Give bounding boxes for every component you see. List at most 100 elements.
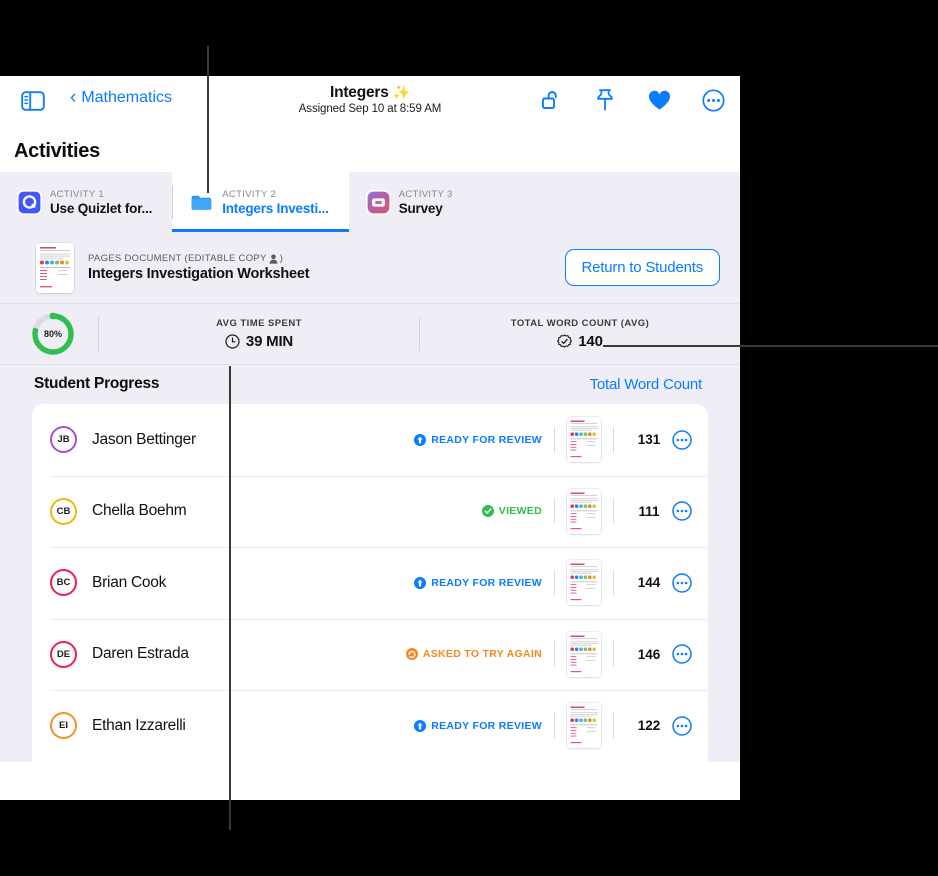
avatar-initials: CB bbox=[56, 505, 71, 517]
row-more-icon[interactable] bbox=[672, 573, 692, 593]
document-kicker: PAGES DOCUMENT (EDITABLE COPY ) bbox=[88, 253, 551, 264]
student-list: JB Jason Bettinger READY FOR REVIEW 131 bbox=[32, 404, 708, 762]
document-kicker-end: ) bbox=[279, 253, 284, 264]
row-divider bbox=[613, 641, 614, 668]
tab-kicker: ACTIVITY 3 bbox=[398, 188, 453, 200]
document-meta: PAGES DOCUMENT (EDITABLE COPY ) Integers… bbox=[88, 253, 551, 282]
student-name: Ethan Izzarelli bbox=[92, 716, 186, 734]
avatar: EI bbox=[50, 712, 77, 740]
tab-kicker: ACTIVITY 1 bbox=[50, 188, 105, 200]
student-submission-thumbnail[interactable] bbox=[567, 488, 601, 534]
pin-icon[interactable] bbox=[592, 87, 618, 113]
tab-activity-2-text: ACTIVITY 2 Integers Investi... bbox=[222, 188, 329, 217]
student-name: Jason Bettinger bbox=[92, 430, 196, 448]
student-submission-thumbnail[interactable] bbox=[567, 417, 601, 463]
back-link-label: Mathematics bbox=[81, 89, 173, 106]
stat-value: 39 MIN bbox=[245, 333, 294, 350]
stats-strip: 80% AVG TIME SPENT 39 MIN TOTAL WORD COU… bbox=[0, 304, 740, 364]
completion-ring: 80% bbox=[30, 311, 76, 357]
ready-for-review-icon bbox=[414, 719, 427, 732]
tab-activity-1[interactable]: ACTIVITY 1 Use Quizlet for... bbox=[0, 172, 172, 232]
sidebar-toggle-icon[interactable] bbox=[21, 90, 45, 112]
heart-icon[interactable] bbox=[646, 87, 672, 113]
table-row[interactable]: EI Ethan Izzarelli READY FOR REVIEW 122 bbox=[32, 690, 708, 762]
stat-kicker: TOTAL WORD COUNT (AVG) bbox=[510, 318, 650, 329]
row-divider bbox=[613, 712, 614, 739]
stat-avg-time-spent: AVG TIME SPENT 39 MIN bbox=[99, 318, 419, 350]
ready-for-review-icon bbox=[414, 576, 427, 589]
screenshot-root: ‹ Mathematics Integers ✨ Assigned Sep 10… bbox=[0, 0, 938, 876]
row-divider bbox=[554, 426, 555, 453]
back-to-mathematics-link[interactable]: ‹ Mathematics bbox=[70, 86, 173, 108]
status-badge-label: READY FOR REVIEW bbox=[431, 576, 542, 589]
row-more-icon[interactable] bbox=[672, 501, 692, 521]
stat-value-wrap: 140 bbox=[420, 333, 740, 350]
avatar-initials: BC bbox=[56, 577, 71, 589]
return-to-students-button[interactable]: Return to Students bbox=[564, 249, 720, 286]
document-kicker-text: PAGES DOCUMENT (EDITABLE COPY bbox=[88, 253, 267, 264]
avatar: JB bbox=[50, 426, 77, 454]
table-row[interactable]: BC Brian Cook READY FOR REVIEW 144 bbox=[32, 547, 708, 619]
survey-icon bbox=[365, 189, 391, 215]
table-row[interactable]: CB Chella Boehm VIEWED 111 bbox=[32, 475, 708, 548]
student-submission-thumbnail[interactable] bbox=[567, 703, 601, 749]
word-count: 131 bbox=[637, 432, 661, 448]
student-submission-thumbnail[interactable] bbox=[567, 560, 601, 606]
activities-panel: ACTIVITY 1 Use Quizlet for... ACTIVITY 2 bbox=[0, 172, 740, 762]
student-name: Brian Cook bbox=[92, 573, 167, 591]
row-divider bbox=[613, 426, 614, 453]
word-count: 146 bbox=[637, 646, 661, 662]
chevron-left-icon: ‹ bbox=[70, 86, 77, 108]
unlock-icon[interactable] bbox=[538, 87, 564, 113]
activity-tabs: ACTIVITY 1 Use Quizlet for... ACTIVITY 2 bbox=[0, 172, 740, 232]
total-word-count-link[interactable]: Total Word Count bbox=[590, 376, 703, 393]
asked-to-try-again-icon bbox=[405, 648, 418, 661]
tab-activity-3-text: ACTIVITY 3 Survey bbox=[399, 188, 453, 217]
student-name: Chella Boehm bbox=[92, 502, 187, 520]
tab-kicker: ACTIVITY 2 bbox=[222, 188, 277, 200]
table-row[interactable]: JB Jason Bettinger READY FOR REVIEW 131 bbox=[32, 404, 708, 476]
row-divider bbox=[613, 498, 614, 525]
word-count: 111 bbox=[638, 503, 660, 519]
row-more-icon[interactable] bbox=[672, 644, 692, 664]
tab-label: Integers Investi... bbox=[222, 200, 329, 216]
row-divider bbox=[613, 569, 614, 596]
avatar-initials: EI bbox=[59, 720, 68, 732]
tab-activity-3[interactable]: ACTIVITY 3 Survey bbox=[349, 172, 473, 232]
tab-label: Use Quizlet for... bbox=[50, 200, 153, 216]
viewed-icon bbox=[481, 505, 494, 518]
status-badge: READY FOR REVIEW bbox=[414, 433, 542, 446]
status-badge: READY FOR REVIEW bbox=[414, 576, 542, 589]
assigned-document-row: PAGES DOCUMENT (EDITABLE COPY ) Integers… bbox=[0, 232, 740, 304]
row-more-icon[interactable] bbox=[672, 430, 692, 450]
avatar-initials: JB bbox=[57, 434, 70, 446]
status-badge: ASKED TO TRY AGAIN bbox=[405, 648, 542, 661]
activities-heading: Activities bbox=[0, 128, 740, 172]
status-badge-label: READY FOR REVIEW bbox=[431, 433, 542, 446]
student-submission-thumbnail[interactable] bbox=[567, 631, 601, 677]
status-badge-label: ASKED TO TRY AGAIN bbox=[422, 648, 542, 661]
avatar: DE bbox=[50, 640, 77, 668]
more-icon[interactable] bbox=[700, 87, 726, 113]
document-thumbnail[interactable] bbox=[36, 242, 74, 293]
table-row[interactable]: DE Daren Estrada ASKED TO TRY AGAIN 146 bbox=[32, 618, 708, 691]
document-name: Integers Investigation Worksheet bbox=[88, 266, 310, 282]
status-badge: READY FOR REVIEW bbox=[414, 719, 542, 732]
word-count: 122 bbox=[637, 718, 661, 734]
row-divider bbox=[554, 569, 555, 596]
student-progress-title: Student Progress bbox=[34, 375, 160, 392]
status-badge-label: VIEWED bbox=[498, 505, 542, 518]
folder-icon bbox=[189, 189, 215, 215]
word-count-icon bbox=[557, 334, 573, 348]
ready-for-review-icon bbox=[414, 433, 427, 446]
stat-value-wrap: 39 MIN bbox=[99, 333, 419, 350]
tab-activity-2[interactable]: ACTIVITY 2 Integers Investi... bbox=[172, 172, 349, 232]
tab-label: Survey bbox=[398, 200, 443, 216]
row-divider bbox=[554, 498, 555, 525]
app-window: ‹ Mathematics Integers ✨ Assigned Sep 10… bbox=[0, 76, 740, 800]
person-icon bbox=[269, 254, 278, 264]
callout-line-right bbox=[603, 345, 938, 347]
toolbar: ‹ Mathematics Integers ✨ Assigned Sep 10… bbox=[0, 76, 740, 128]
row-more-icon[interactable] bbox=[672, 716, 692, 736]
stat-value: 140 bbox=[578, 333, 603, 350]
